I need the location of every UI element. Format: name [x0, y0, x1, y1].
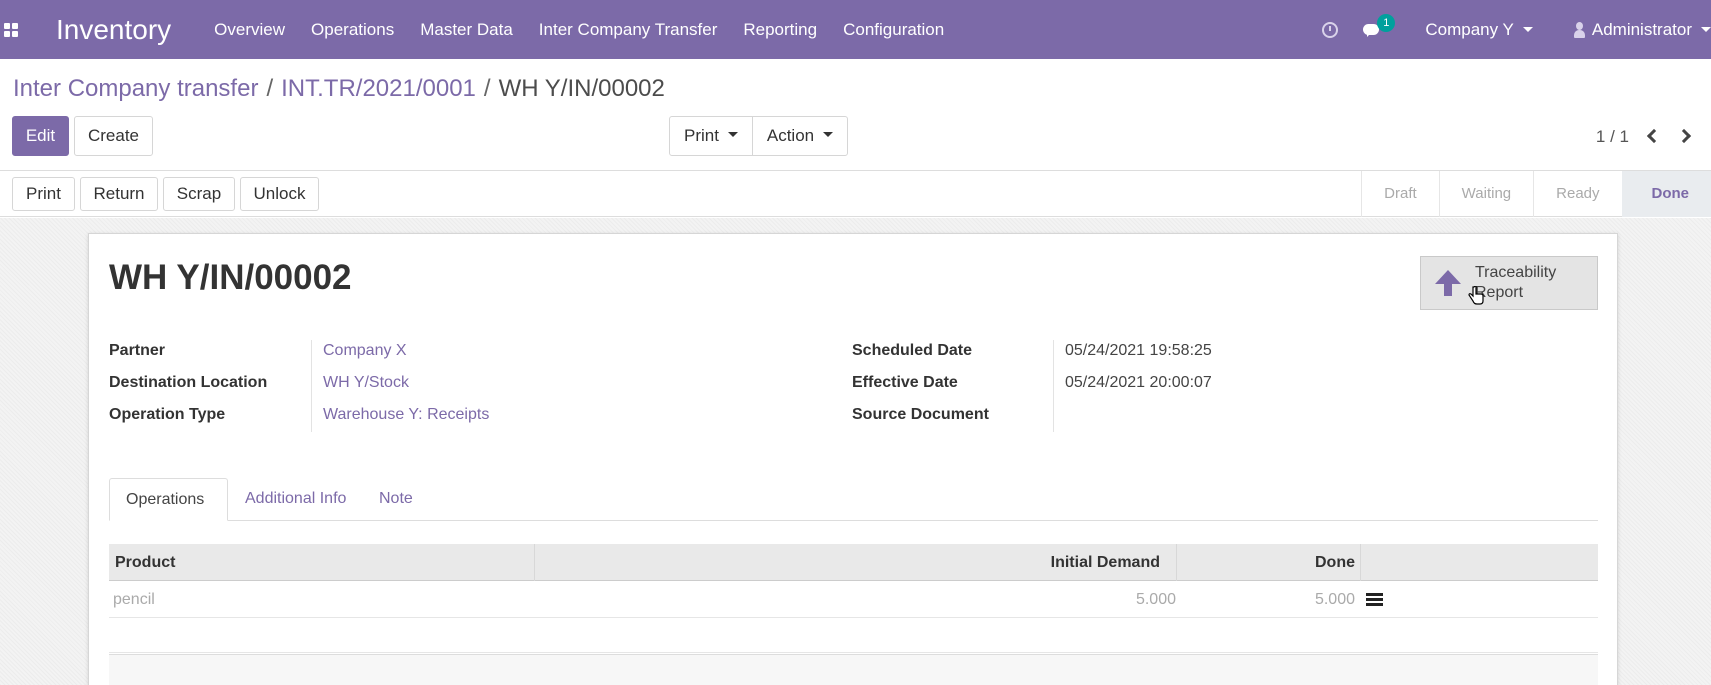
- print-dropdown-label: Print: [684, 126, 719, 145]
- partner-value[interactable]: Company X: [323, 342, 407, 360]
- table-footer: [109, 654, 1598, 685]
- print-button[interactable]: Print: [12, 177, 75, 211]
- column-separator: [534, 544, 535, 581]
- return-button[interactable]: Return: [80, 177, 158, 211]
- field-separator: [1053, 340, 1054, 432]
- hand-pointer-cursor-icon: [1468, 286, 1484, 306]
- column-separator: [1176, 544, 1177, 581]
- effective-date-label: Effective Date: [852, 374, 958, 391]
- edit-button[interactable]: Edit: [12, 116, 69, 156]
- pager-previous-icon[interactable]: [1646, 128, 1662, 144]
- user-name: Administrator: [1591, 19, 1692, 39]
- effective-date-value: 05/24/2021 20:00:07: [1065, 374, 1212, 391]
- destination-location-value[interactable]: WH Y/Stock: [323, 374, 409, 392]
- unlock-button[interactable]: Unlock: [240, 177, 319, 211]
- caret-down-icon: [1522, 27, 1533, 32]
- user-icon: [1573, 21, 1585, 38]
- column-header-initial-demand[interactable]: Initial Demand: [539, 544, 1160, 581]
- breadcrumb-item-inter-company-transfer[interactable]: Inter Company transfer: [13, 75, 258, 103]
- table-empty-row: [109, 618, 1598, 653]
- menu-configuration[interactable]: Configuration: [830, 0, 957, 59]
- messaging-chat-icon[interactable]: 1: [1363, 13, 1396, 38]
- menu-inter-company-transfer[interactable]: Inter Company Transfer: [526, 0, 731, 59]
- pager-value[interactable]: 1 / 1: [1596, 127, 1629, 147]
- caret-down-icon: [1701, 27, 1711, 32]
- menu-reporting[interactable]: Reporting: [730, 0, 830, 59]
- stage-done: Done: [1621, 171, 1711, 217]
- breadcrumb-separator: /: [266, 75, 274, 102]
- partner-label: Partner: [109, 342, 166, 359]
- caret-down-icon: [727, 132, 738, 138]
- form-statusbar: Print Return Scrap Unlock Draft Waiting …: [0, 171, 1711, 217]
- column-header-product[interactable]: Product: [115, 544, 175, 581]
- table-header: Product Initial Demand Done: [109, 544, 1598, 581]
- menu-overview[interactable]: Overview: [201, 0, 298, 59]
- stage-pipeline: Draft Waiting Ready Done: [1361, 171, 1711, 217]
- stage-ready: Ready: [1533, 171, 1621, 217]
- stage-draft: Draft: [1361, 171, 1439, 217]
- breadcrumb: Inter Company transfer / INT.TR/2021/000…: [13, 75, 665, 103]
- product-cell: pencil: [113, 591, 155, 608]
- breadcrumb-current: WH Y/IN/00002: [498, 75, 665, 102]
- app-title[interactable]: Inventory: [56, 14, 171, 46]
- activity-clock-icon[interactable]: [1322, 21, 1339, 38]
- tab-note[interactable]: Note: [363, 478, 429, 521]
- stage-waiting: Waiting: [1438, 171, 1533, 217]
- breadcrumb-separator: /: [483, 75, 491, 102]
- arrow-up-icon: [1433, 268, 1463, 298]
- main-menu: Overview Operations Master Data Inter Co…: [201, 0, 957, 59]
- traceability-report-button[interactable]: Traceability Report: [1420, 256, 1598, 310]
- operation-type-value[interactable]: Warehouse Y: Receipts: [323, 406, 489, 424]
- scrap-button[interactable]: Scrap: [163, 177, 235, 211]
- action-dropdown-label: Action: [766, 126, 815, 145]
- breadcrumb-item-transfer-ref[interactable]: INT.TR/2021/0001: [281, 75, 476, 103]
- action-dropdown[interactable]: Action: [752, 116, 848, 156]
- print-dropdown[interactable]: Print: [669, 116, 753, 156]
- destination-location-label: Destination Location: [109, 374, 268, 391]
- menu-master-data[interactable]: Master Data: [407, 0, 526, 59]
- menu-operations[interactable]: Operations: [298, 0, 407, 59]
- caret-down-icon: [823, 132, 834, 138]
- scheduled-date-label: Scheduled Date: [852, 342, 973, 359]
- operation-type-label: Operation Type: [109, 406, 226, 423]
- column-header-done[interactable]: Done: [1179, 544, 1355, 581]
- column-separator: [1360, 544, 1361, 581]
- navbar-systray: 1 Company Y Administrator: [1322, 0, 1711, 59]
- apps-menu-icon[interactable]: [4, 22, 20, 37]
- company-name: Company Y: [1425, 19, 1514, 39]
- done-cell: 5.000: [1314, 591, 1355, 608]
- scheduled-date-value: 05/24/2021 19:58:25: [1065, 342, 1212, 359]
- detailed-operations-list-icon[interactable]: [1366, 593, 1383, 606]
- top-navbar: Inventory Overview Operations Master Dat…: [0, 0, 1711, 59]
- field-separator: [311, 340, 312, 432]
- pager-next-icon[interactable]: [1676, 128, 1692, 144]
- traceability-report-label: Traceability Report: [1475, 264, 1557, 301]
- form-sheet: WH Y/IN/00002 Traceability Report Partne…: [88, 233, 1618, 685]
- tab-operations[interactable]: Operations: [109, 478, 228, 521]
- initial-demand-cell: 5.000: [1135, 591, 1176, 608]
- table-row[interactable]: pencil 5.000 5.000: [109, 581, 1598, 618]
- source-document-label: Source Document: [852, 406, 989, 423]
- user-menu[interactable]: Administrator: [1573, 20, 1711, 40]
- tab-additional-info[interactable]: Additional Info: [229, 478, 362, 521]
- create-button[interactable]: Create: [74, 116, 153, 156]
- record-title: WH Y/IN/00002: [109, 258, 352, 297]
- chat-badge: 1: [1377, 13, 1396, 32]
- company-switcher[interactable]: Company Y: [1425, 20, 1533, 40]
- notebook-tabs: Operations Additional Info Note: [109, 478, 1598, 521]
